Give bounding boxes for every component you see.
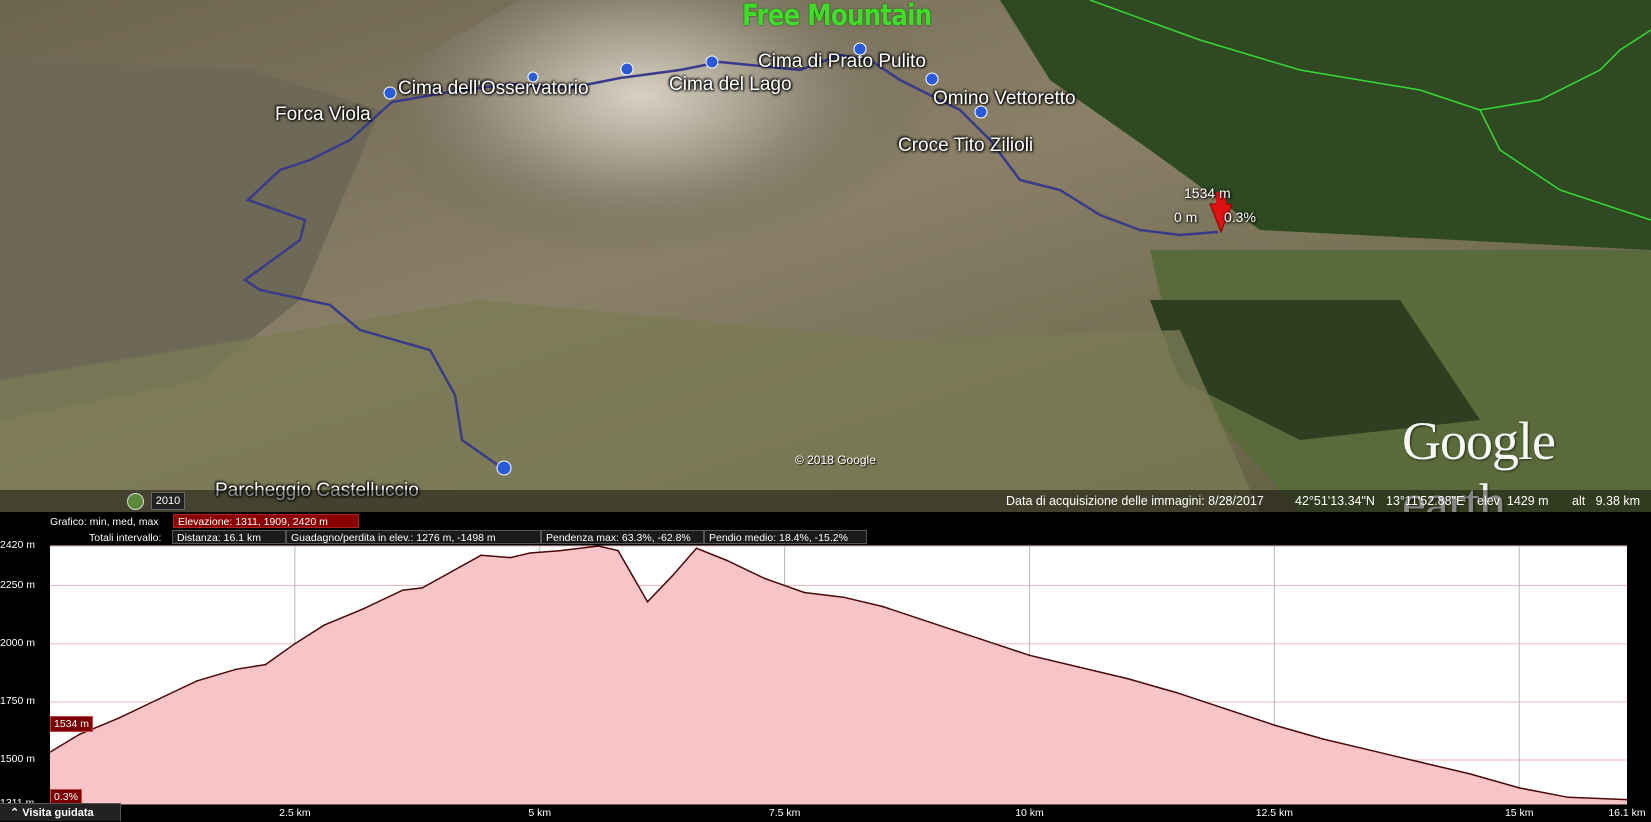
profile-point [1224, 708, 1227, 710]
elevation-profile-chart[interactable] [0, 0, 1651, 821]
profile-point [1175, 691, 1178, 694]
profile-point [803, 591, 806, 594]
profile-point [1371, 749, 1374, 752]
x-tick-label: 5 km [528, 807, 552, 819]
profile-point [1028, 654, 1031, 657]
profile-point [362, 608, 365, 610]
x-tick-label: 10 km [1015, 807, 1044, 819]
profile-point [695, 547, 698, 550]
y-tick-label: 1750 m [0, 694, 36, 707]
y-tick-label: 2420 m [0, 539, 36, 551]
profile-point [671, 575, 673, 578]
guided-tour-label: Visita guidata [22, 807, 94, 819]
profile-point [646, 601, 649, 603]
profile-point [1420, 761, 1423, 764]
guided-tour-button[interactable]: ⌃ Visita guidata [0, 803, 121, 821]
profile-point [558, 549, 561, 552]
profile-point [764, 577, 766, 580]
profile-point [979, 638, 982, 640]
x-tick-label: 12.5 km [1255, 807, 1294, 819]
profile-point [117, 717, 120, 719]
y-tick-label: 1500 m [0, 753, 36, 766]
profile-point [529, 552, 531, 554]
profile-point [930, 621, 933, 624]
profile-point [78, 733, 81, 736]
profile-point [49, 751, 51, 753]
profile-point [1322, 738, 1325, 740]
profile-point [509, 556, 512, 559]
profile-point [1273, 724, 1276, 726]
profile-point [450, 570, 453, 573]
profile-point [421, 587, 424, 589]
profile-point [1077, 666, 1080, 668]
x-tick-label: 15 km [1504, 807, 1534, 819]
profile-point [725, 559, 727, 561]
y-tick-label: 2250 m [0, 578, 36, 591]
y-tick-label: 2000 m [0, 636, 36, 649]
profile-point [401, 589, 404, 592]
x-tick-label: 7.5 km [768, 807, 801, 819]
profile-point [1626, 798, 1628, 801]
profile-point [323, 624, 326, 626]
profile-point [1126, 677, 1129, 680]
profile-point [235, 668, 237, 671]
profile-point [881, 605, 884, 608]
profile-point [294, 642, 296, 645]
profile-point [156, 698, 159, 701]
profile-point [617, 549, 619, 552]
x-tick-label: 2.5 km [279, 807, 311, 819]
profile-point [1567, 796, 1570, 799]
profile-point [842, 596, 845, 598]
profile-point [480, 554, 482, 557]
current-elevation-tag: 1534 m [50, 716, 94, 732]
profile-point [1469, 773, 1472, 775]
profile-point [597, 545, 600, 547]
profile-point [1518, 787, 1521, 789]
x-tick-label: 16.1 km [1608, 807, 1646, 819]
chevron-up-icon: ⌃ [10, 807, 23, 819]
profile-point [264, 663, 267, 666]
profile-point [196, 680, 198, 682]
